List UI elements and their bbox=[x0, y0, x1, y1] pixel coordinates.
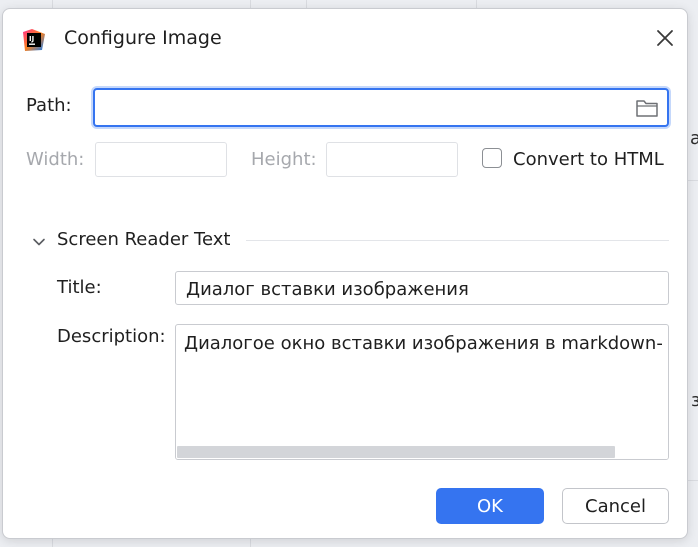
cancel-button[interactable]: Cancel bbox=[562, 488, 669, 524]
path-label: Path: bbox=[26, 95, 72, 116]
horizontal-scrollbar[interactable] bbox=[176, 445, 668, 459]
width-label: Width: bbox=[26, 149, 85, 170]
configure-image-dialog: IJ Configure Image Path: Width: Height: … bbox=[2, 8, 688, 539]
width-field[interactable] bbox=[95, 142, 227, 177]
title-input[interactable] bbox=[184, 275, 663, 303]
bg-divider bbox=[476, 0, 477, 8]
bg-divider bbox=[688, 180, 698, 181]
close-icon bbox=[657, 30, 673, 46]
scrollbar-thumb[interactable] bbox=[177, 446, 615, 458]
folder-icon[interactable] bbox=[635, 97, 659, 119]
bg-divider bbox=[52, 539, 53, 547]
intellij-idea-icon: IJ bbox=[22, 28, 46, 52]
ok-button[interactable]: OK bbox=[436, 488, 544, 524]
description-textarea[interactable]: Диалогое окно вставки изображения в mark… bbox=[175, 324, 669, 460]
bg-divider bbox=[250, 0, 251, 8]
bg-divider bbox=[688, 480, 698, 481]
screen-reader-section-title[interactable]: Screen Reader Text bbox=[57, 229, 230, 250]
close-button[interactable] bbox=[652, 25, 678, 51]
convert-to-html-label[interactable]: Convert to HTML bbox=[513, 149, 664, 170]
bg-divider bbox=[52, 0, 53, 8]
description-text: Диалогое окно вставки изображения в mark… bbox=[184, 333, 663, 354]
svg-text:IJ: IJ bbox=[29, 35, 34, 43]
dialog-titlebar: IJ Configure Image bbox=[3, 9, 687, 69]
bg-divider bbox=[306, 0, 307, 8]
chevron-down-icon[interactable] bbox=[32, 235, 46, 249]
bg-text-fragment: а bbox=[690, 128, 698, 149]
title-field[interactable] bbox=[175, 271, 669, 305]
path-field[interactable] bbox=[93, 88, 669, 127]
title-label: Title: bbox=[57, 277, 102, 298]
height-label: Height: bbox=[251, 149, 317, 170]
bg-divider bbox=[250, 539, 251, 547]
height-field[interactable] bbox=[326, 142, 458, 177]
section-divider bbox=[246, 240, 669, 241]
bg-text-fragment: з bbox=[691, 390, 698, 411]
convert-to-html-checkbox[interactable] bbox=[482, 148, 502, 168]
dialog-title: Configure Image bbox=[64, 27, 222, 49]
path-input[interactable] bbox=[101, 94, 625, 123]
description-label: Description: bbox=[57, 326, 166, 347]
